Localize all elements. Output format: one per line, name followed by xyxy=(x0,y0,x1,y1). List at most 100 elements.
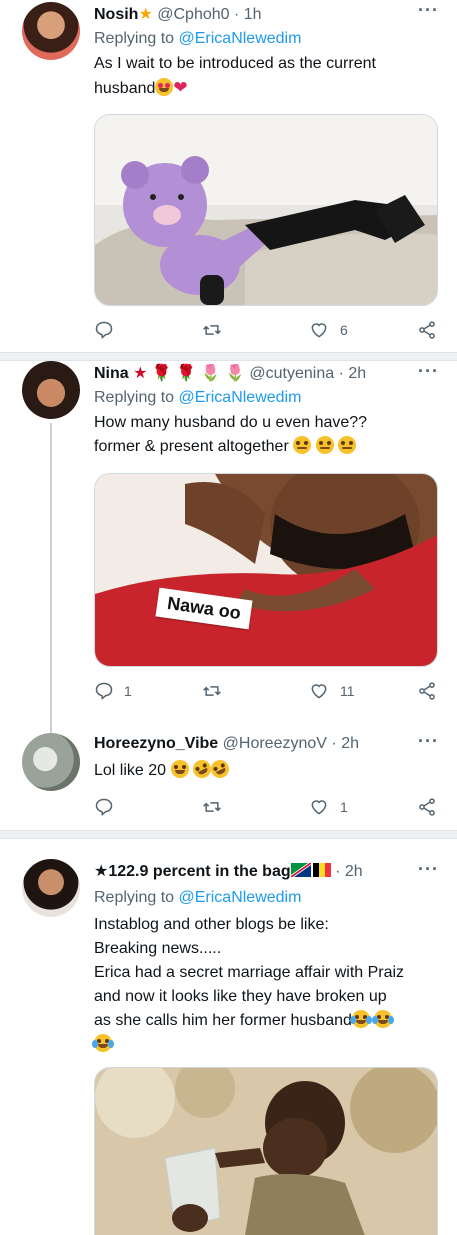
tweet-text: As I wait to be introduced as the curren… xyxy=(94,52,441,101)
mention-link[interactable]: @EricaNlewedim xyxy=(179,889,302,906)
separator-dot: · xyxy=(234,6,240,23)
display-name[interactable]: ★122.9 percent in the bag xyxy=(94,863,291,880)
avatar[interactable] xyxy=(22,859,80,917)
avatar[interactable] xyxy=(22,733,80,791)
heart-icon xyxy=(311,800,327,815)
tweet-body: As I wait to be introduced as the curren… xyxy=(94,55,376,97)
tweet-122-percent[interactable]: ★122.9 percent in the bag · 2h ··· Reply… xyxy=(0,839,457,1235)
name-emoji-suffix: ★ 🌹 🌹 🌷 🌷 xyxy=(133,365,245,382)
share-icon xyxy=(419,798,435,816)
tweet-nina[interactable]: Nina ★ 🌹 🌹 🌷 🌷 @cutyenina · 2h ··· Reply… xyxy=(0,361,457,727)
joy-emoji-icon xyxy=(349,1010,372,1028)
reply-button[interactable] xyxy=(94,797,124,817)
tweet-text: How many husband do u even have?? former… xyxy=(94,411,441,459)
retweet-button[interactable] xyxy=(201,681,233,701)
namibia-flag-icon xyxy=(290,863,311,877)
display-name[interactable]: Nosih xyxy=(94,6,138,23)
tweet-line-1: How many husband do u even have?? xyxy=(94,414,368,431)
avatar[interactable] xyxy=(22,361,80,419)
tweet-actions: 1 11 xyxy=(94,681,439,705)
avatar[interactable] xyxy=(22,2,80,60)
handle[interactable]: @Cphoh0 xyxy=(157,6,229,23)
nawa-oo-meme-photo xyxy=(95,474,437,666)
tweet-line: Instablog and other blogs be like: xyxy=(94,916,329,933)
like-count: 11 xyxy=(340,683,355,699)
reply-button[interactable] xyxy=(94,320,124,340)
replying-prefix: Replying to xyxy=(94,889,175,906)
heart-icon xyxy=(311,684,327,699)
replying-prefix: Replying to xyxy=(94,389,175,406)
tweet-line: as she calls him her former husband xyxy=(94,1009,447,1033)
tweet-separator xyxy=(0,830,457,839)
reply-button[interactable]: 1 xyxy=(94,681,132,701)
tweet-photo[interactable]: Nawa oo xyxy=(94,473,438,667)
tweet-line: Breaking news..... xyxy=(94,940,222,957)
timestamp[interactable]: 2h xyxy=(341,735,359,752)
mention-link[interactable]: @EricaNlewedim xyxy=(179,389,302,406)
more-horizontal-icon[interactable]: ··· xyxy=(418,731,439,752)
retweet-icon xyxy=(203,686,221,696)
timestamp[interactable]: 1h xyxy=(244,6,262,23)
retweet-icon xyxy=(203,325,221,335)
more-horizontal-icon[interactable]: ··· xyxy=(418,859,439,880)
rofl-emoji-icon xyxy=(207,757,232,781)
tweet-header: Nina ★ 🌹 🌹 🌷 🌷 @cutyenina · 2h xyxy=(94,363,447,385)
share-icon xyxy=(419,682,435,700)
share-icon xyxy=(419,321,435,339)
tweet-separator xyxy=(0,352,457,361)
tweet-header: Horeezyno_Vibe @HoreezynoV · 2h xyxy=(94,735,447,757)
tweet-text: Lol like 20 xyxy=(94,757,441,783)
handle[interactable]: @cutyenina xyxy=(249,365,334,382)
like-count: 6 xyxy=(340,322,348,338)
thread-line xyxy=(50,423,52,727)
share-button[interactable] xyxy=(416,320,438,340)
timestamp[interactable]: 2h xyxy=(345,863,363,880)
eye-roll-emoji-icon xyxy=(338,436,357,454)
like-button[interactable]: 11 xyxy=(308,681,355,701)
like-button[interactable]: 6 xyxy=(308,320,348,340)
retweet-button[interactable] xyxy=(201,320,233,340)
heart-eyes-emoji-icon xyxy=(155,78,174,96)
tweet-header: ★122.9 percent in the bag · 2h xyxy=(94,861,447,883)
eye-roll-emoji-icon xyxy=(315,436,334,454)
eye-roll-emoji-icon xyxy=(293,436,312,454)
mention-link[interactable]: @EricaNlewedim xyxy=(179,30,302,47)
heart-icon xyxy=(311,323,327,338)
tweet-text: Instablog and other blogs be like: Break… xyxy=(92,913,447,1057)
reply-count: 1 xyxy=(124,683,132,699)
tweet-photo[interactable] xyxy=(94,114,438,306)
red-heart-emoji-icon: ❤ xyxy=(173,78,188,97)
tweet-line-2: former & present altogether xyxy=(94,435,441,459)
timestamp[interactable]: 2h xyxy=(348,365,366,382)
separator-dot: · xyxy=(338,365,344,382)
replying-to: Replying to @EricaNlewedim xyxy=(94,889,301,907)
tweet-header: Nosih★ @Cphoh0 · 1h xyxy=(94,4,447,26)
handle[interactable]: @HoreezynoV xyxy=(223,735,327,752)
reply-icon xyxy=(95,682,113,700)
reply-icon xyxy=(95,798,113,816)
share-button[interactable] xyxy=(416,681,438,701)
reply-icon xyxy=(95,321,113,339)
separator-dot: · xyxy=(335,863,341,880)
more-horizontal-icon[interactable]: ··· xyxy=(418,361,439,382)
purple-teddy-bear-photo xyxy=(95,115,437,305)
tweet-line: and now it looks like they have broken u… xyxy=(94,988,387,1005)
tweet-photo[interactable] xyxy=(94,1067,438,1235)
display-name[interactable]: Nina xyxy=(94,365,129,382)
replying-to: Replying to @EricaNlewedim xyxy=(94,389,301,407)
separator-dot: · xyxy=(331,735,337,752)
tweet-horeezyno[interactable]: Horeezyno_Vibe @HoreezynoV · 2h ··· Lol … xyxy=(0,727,457,830)
tweet-body: Lol like 20 xyxy=(94,762,167,779)
tweet-line xyxy=(92,1033,447,1057)
replying-to: Replying to @EricaNlewedim xyxy=(94,30,301,48)
tweet-nosih[interactable]: Nosih★ @Cphoh0 · 1h ··· Replying to @Eri… xyxy=(0,0,457,352)
display-name[interactable]: Horeezyno_Vibe xyxy=(94,735,218,752)
tweet-actions: 6 xyxy=(94,320,439,344)
star-icon: ★ xyxy=(138,6,153,23)
share-button[interactable] xyxy=(416,797,438,817)
tweet-line-text: as she calls him her former husband xyxy=(94,1012,352,1029)
tweet-line-2-text: former & present altogether xyxy=(94,438,289,455)
retweet-button[interactable] xyxy=(201,797,233,817)
like-button[interactable]: 1 xyxy=(308,797,348,817)
more-horizontal-icon[interactable]: ··· xyxy=(418,0,439,21)
